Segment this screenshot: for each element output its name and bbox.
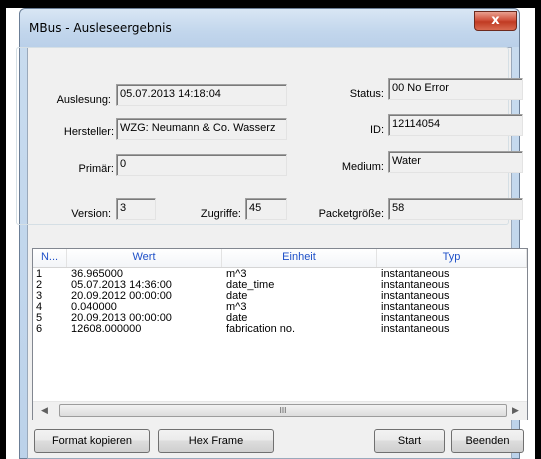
packetgroesse-field[interactable]: 58 [388, 198, 523, 220]
column-header-n[interactable]: N... [33, 249, 67, 267]
column-header-typ[interactable]: Typ [377, 249, 527, 267]
cell-n: 6 [36, 323, 43, 335]
hersteller-label: Hersteller: [63, 126, 114, 138]
status-field[interactable]: 00 No Error [388, 78, 523, 100]
beenden-button[interactable]: Beenden [451, 429, 524, 453]
horizontal-scrollbar[interactable]: ◀ III ▶ [33, 401, 527, 420]
primaer-label: Primär: [78, 163, 114, 175]
scrollbar-thumb[interactable]: III [59, 404, 507, 417]
scroll-left-icon[interactable]: ◀ [36, 402, 53, 419]
scroll-right-icon[interactable]: ▶ [507, 402, 524, 419]
grip-icon: III [279, 406, 287, 415]
medium-field[interactable]: Water [388, 151, 523, 173]
hex-frame-button[interactable]: Hex Frame [158, 429, 274, 453]
close-button[interactable]: x [474, 11, 517, 31]
table-row[interactable]: 6 12608.000000 fabrication no. instantan… [33, 324, 527, 335]
primaer-field[interactable]: 0 [116, 154, 287, 176]
title-bar[interactable]: MBus - Ausleseergebnis x [20, 9, 519, 47]
auslesung-label: Auslesung: [56, 94, 111, 106]
cell-einheit: fabrication no. [226, 323, 296, 335]
start-button[interactable]: Start [374, 429, 445, 453]
screen-edge-top [0, 0, 541, 8]
status-label: Status: [349, 88, 384, 100]
zugriffe-field[interactable]: 45 [245, 198, 287, 220]
cell-typ: instantaneous [381, 323, 450, 335]
close-icon: x [491, 13, 500, 28]
zugriffe-label: Zugriffe: [200, 208, 241, 220]
auslesung-field[interactable]: 05.07.2013 14:18:04 [116, 84, 287, 106]
screen-edge-right [535, 0, 541, 459]
column-header-wert[interactable]: Wert [67, 249, 222, 267]
column-header-einheit[interactable]: Einheit [222, 249, 377, 267]
hersteller-field[interactable]: WZG: Neumann & Co. Wasserz [116, 118, 287, 140]
version-field[interactable]: 3 [116, 198, 156, 220]
list-header: N... Wert Einheit Typ [33, 249, 527, 268]
medium-label: Medium: [341, 161, 384, 173]
id-field[interactable]: 12114054 [388, 114, 523, 136]
window-title: MBus - Ausleseergebnis [29, 21, 172, 35]
format-kopieren-button[interactable]: Format kopieren [34, 429, 150, 453]
id-label: ID: [369, 124, 384, 136]
packetgroesse-label: Packetgröße: [318, 208, 384, 220]
cell-wert: 12608.000000 [71, 323, 142, 335]
version-label: Version: [71, 208, 111, 220]
result-listview[interactable]: N... Wert Einheit Typ 1 36.965000 m^3 in… [32, 248, 528, 420]
